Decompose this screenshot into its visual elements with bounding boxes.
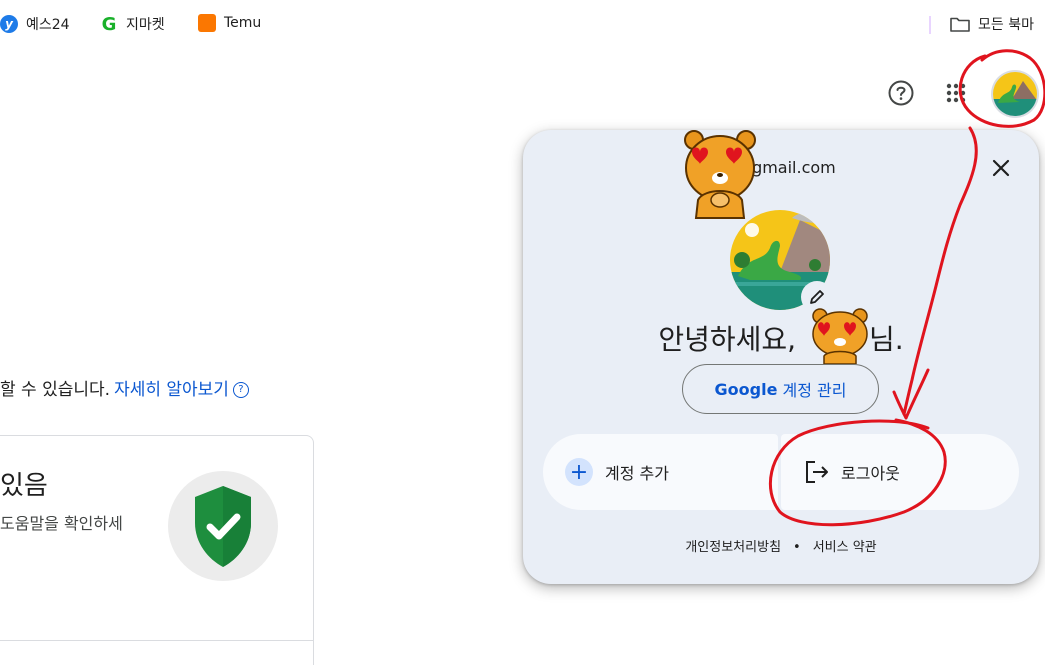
bookmark-label: 지마켓 (126, 17, 165, 33)
manage-google-account-button[interactable]: Google 계정 관리 (682, 364, 879, 414)
all-bookmarks-label: 모든 북마 (978, 17, 1034, 33)
plus-icon: + (565, 458, 593, 486)
greeting: 안녕하세요, 님. (523, 318, 1039, 358)
learn-more-link[interactable]: 자세히 알아보기 (114, 380, 229, 400)
all-bookmarks-folder[interactable]: 모든 북마 (950, 14, 1034, 34)
card-divider (0, 640, 314, 641)
bookmark-yes24[interactable]: y 예스24 (0, 14, 70, 34)
bookmarks-bar: y 예스24 G 지마켓 Temu 모든 북마 (0, 0, 1045, 50)
temu-icon (198, 14, 216, 32)
help-circle-icon[interactable]: ? (232, 382, 249, 398)
info-text: 할 수 있습니다. (0, 380, 111, 400)
manage-account-label: 계정 관리 (777, 381, 847, 400)
close-icon[interactable] (985, 152, 1017, 184)
folder-icon (950, 17, 970, 32)
manage-google-label: Google (714, 379, 778, 399)
apps-grid-icon[interactable] (941, 78, 971, 108)
bookmarks-divider (929, 16, 931, 34)
account-email: e@gmail.com (726, 158, 836, 177)
popup-footer: 개인정보처리방침 • 서비스 약관 (523, 536, 1039, 555)
bear-sticker-large (684, 130, 756, 219)
account-avatar[interactable] (990, 69, 1040, 119)
info-text-line: 할 수 있습니다. 자세히 알아보기? (0, 375, 249, 400)
account-actions: + 계정 추가 로그아웃 (543, 434, 1019, 510)
bookmark-temu[interactable]: Temu (198, 14, 261, 32)
bookmark-label: 예스24 (26, 17, 70, 33)
logout-label: 로그아웃 (841, 464, 900, 483)
greeting-suffix: 님. (868, 323, 904, 356)
bear-sticker-small (812, 308, 868, 364)
account-popup: e@gmail.com 안녕하세요, 님. Google 계정 관리 + 계정 … (523, 130, 1039, 584)
pencil-icon (810, 290, 824, 304)
privacy-policy-link[interactable]: 개인정보처리방침 (685, 540, 781, 555)
terms-link[interactable]: 서비스 약관 (813, 540, 877, 555)
bookmark-gmarket[interactable]: G 지마켓 (100, 13, 165, 35)
shield-badge (168, 471, 278, 581)
add-account-button[interactable]: + 계정 추가 (543, 434, 778, 510)
gmarket-icon: G (101, 13, 117, 35)
logout-button[interactable]: 로그아웃 (781, 434, 1019, 510)
help-icon[interactable] (886, 78, 916, 108)
footer-separator: • (793, 540, 801, 555)
browser-page: y 예스24 G 지마켓 Temu 모든 북마 할 수 있습니다. 자세히 알아… (0, 0, 1045, 665)
card-title: 있음 (0, 471, 48, 501)
card-subtitle: 도움말을 확인하세 (0, 514, 123, 533)
bookmark-label: Temu (224, 15, 262, 31)
logout-icon (806, 461, 828, 483)
add-account-label: 계정 추가 (605, 464, 669, 483)
yes24-icon: y (0, 15, 18, 33)
greeting-prefix: 안녕하세요, (658, 323, 797, 356)
shield-check-icon (195, 486, 251, 567)
